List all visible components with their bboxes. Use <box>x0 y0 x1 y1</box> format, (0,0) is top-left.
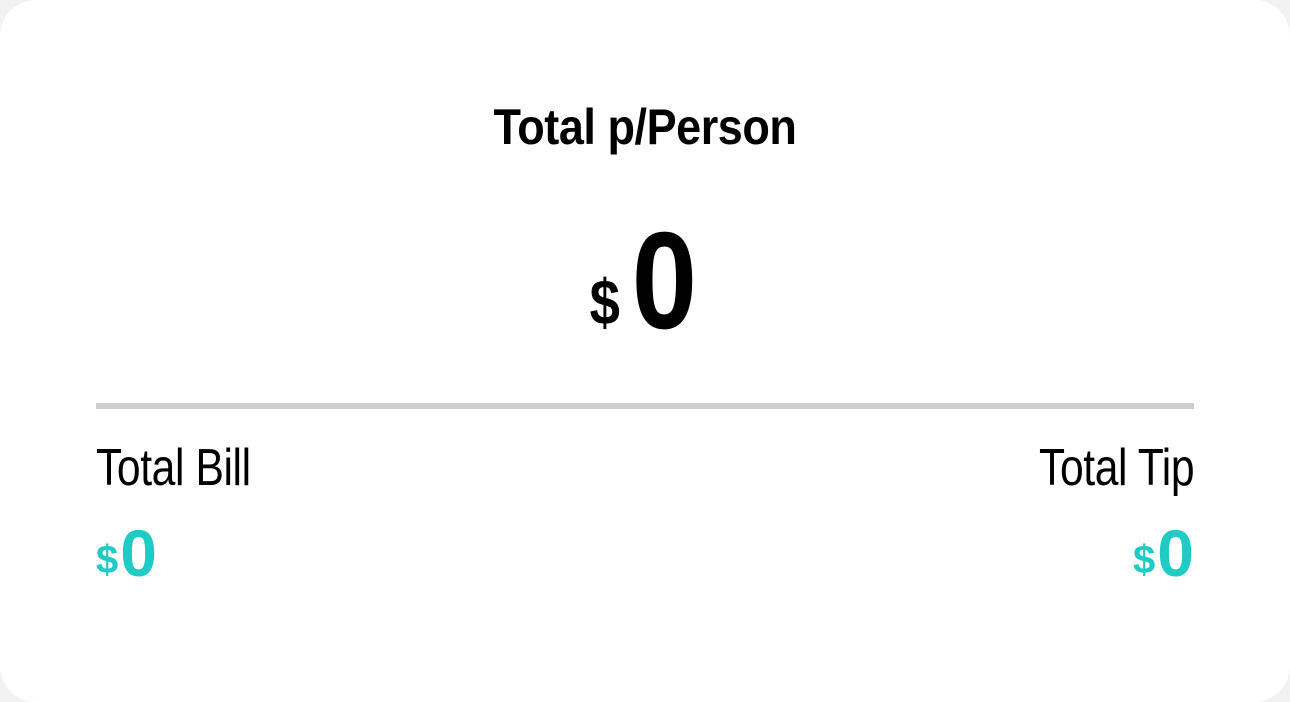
total-bill-amount: $ 0 <box>96 520 157 586</box>
summary-card: Total p/Person $ 0 Total Bill Total Tip … <box>0 0 1290 702</box>
total-tip-currency: $ <box>1133 538 1156 582</box>
total-bill-value: 0 <box>120 516 157 590</box>
total-per-person-label: Total p/Person <box>493 99 797 155</box>
total-tip-value: 0 <box>1157 516 1194 590</box>
total-bill-label: Total Bill <box>96 439 251 497</box>
total-per-person-currency: $ <box>589 266 620 338</box>
total-bill-currency: $ <box>96 538 119 582</box>
total-per-person-amount: $ 0 <box>0 200 1290 350</box>
total-tip-amount: $ 0 <box>1133 520 1194 586</box>
total-per-person-value: 0 <box>632 204 698 358</box>
summary-divider <box>96 403 1194 409</box>
total-tip-label: Total Tip <box>1038 439 1195 497</box>
